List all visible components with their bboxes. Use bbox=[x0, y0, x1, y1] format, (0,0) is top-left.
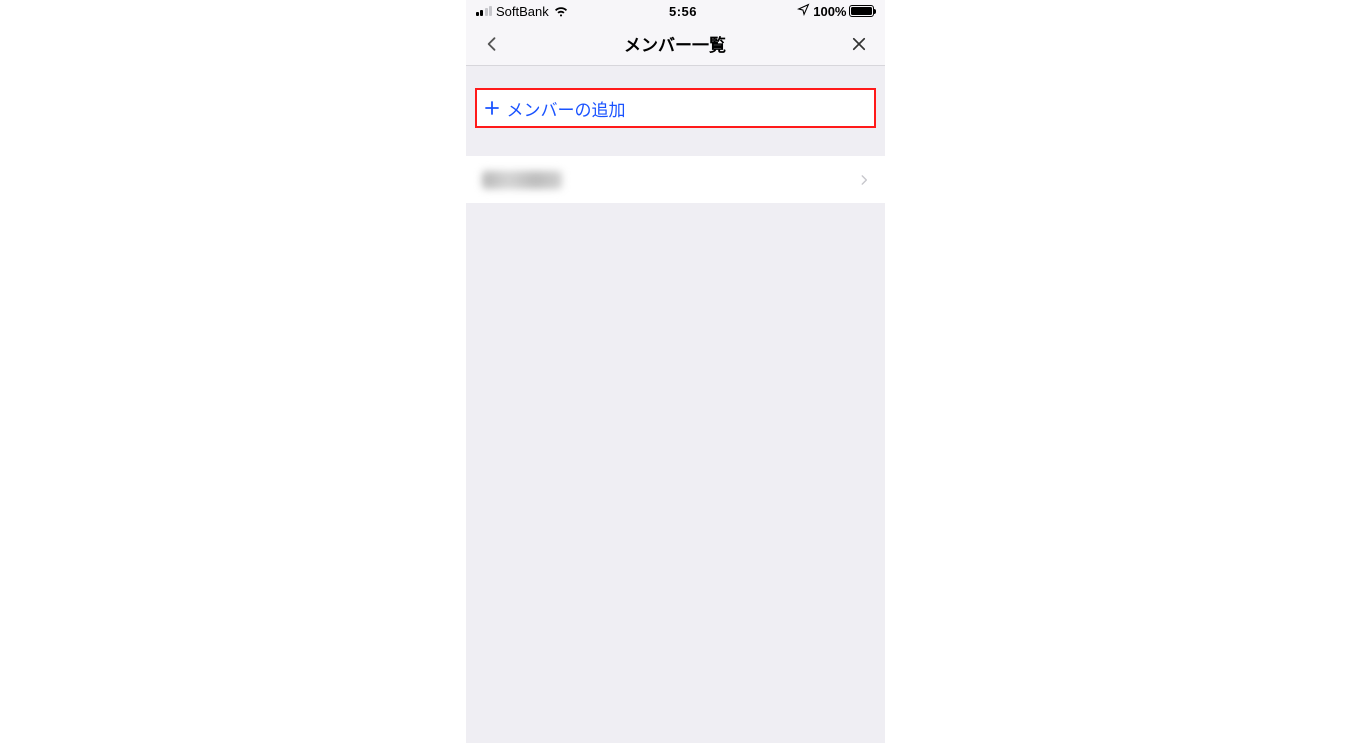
close-button[interactable] bbox=[845, 30, 873, 58]
add-member-label: メンバーの追加 bbox=[507, 96, 626, 121]
plus-icon bbox=[483, 99, 501, 117]
empty-content bbox=[466, 203, 885, 743]
member-name-blurred bbox=[482, 171, 562, 189]
member-list-item[interactable] bbox=[466, 156, 885, 203]
add-member-button[interactable]: メンバーの追加 bbox=[475, 88, 876, 128]
signal-icon bbox=[476, 6, 493, 16]
battery-fill bbox=[851, 7, 872, 15]
section-gap bbox=[466, 66, 885, 88]
clock-label: 5:56 bbox=[669, 4, 697, 19]
status-right: 100% bbox=[797, 3, 874, 19]
chevron-left-icon bbox=[482, 34, 502, 54]
wifi-icon bbox=[553, 2, 569, 21]
battery-percent-label: 100% bbox=[813, 4, 846, 19]
close-icon bbox=[850, 35, 868, 53]
nav-bar: メンバー一覧 bbox=[466, 22, 885, 66]
location-icon bbox=[797, 3, 810, 19]
battery-icon bbox=[849, 5, 874, 17]
carrier-label: SoftBank bbox=[496, 4, 549, 19]
phone-frame: SoftBank 5:56 100% メンバー一覧 bbox=[466, 0, 885, 743]
section-gap bbox=[466, 128, 885, 156]
page-title: メンバー一覧 bbox=[466, 31, 885, 56]
chevron-right-icon bbox=[857, 173, 871, 187]
back-button[interactable] bbox=[478, 30, 506, 58]
status-bar: SoftBank 5:56 100% bbox=[466, 0, 885, 22]
status-left: SoftBank bbox=[476, 2, 569, 21]
